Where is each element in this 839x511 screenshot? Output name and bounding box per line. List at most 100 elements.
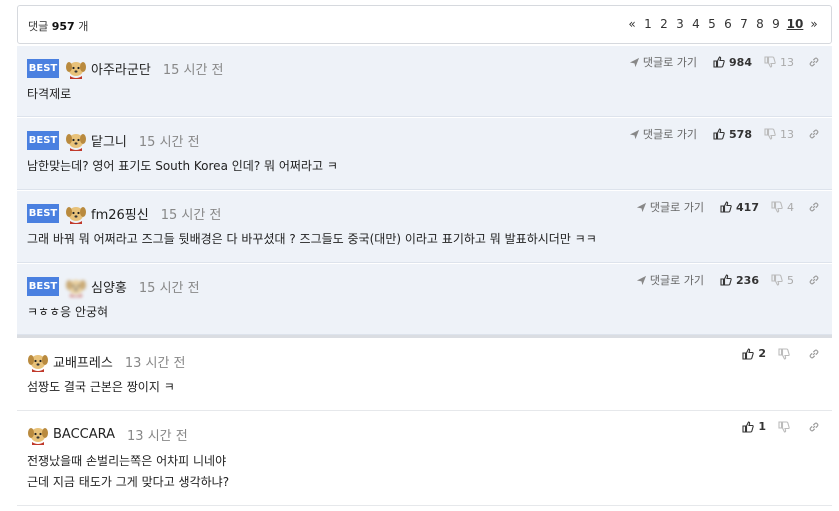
pager-page-2[interactable]: 2 <box>656 17 672 31</box>
dislike-button[interactable]: 13 <box>764 56 794 69</box>
pager-page-1[interactable]: 1 <box>640 17 656 31</box>
link-icon <box>808 56 820 68</box>
thumbs-down-icon <box>778 421 790 433</box>
comment-text: 그래 바꿔 뭐 어쩌라고 즈그들 뒷배경은 다 바꾸셨대 ? 즈그들도 중국(대… <box>27 232 597 246</box>
thumbs-down-icon <box>778 348 790 360</box>
like-count: 578 <box>729 127 752 141</box>
thumbs-up-icon <box>742 421 754 433</box>
comment-text-line: 근데 지금 태도가 그게 맞다고 생각하냐? <box>27 475 230 489</box>
comment-time: 13 시간 전 <box>127 428 188 444</box>
like-button[interactable]: 417 <box>720 201 759 214</box>
copy-link-button[interactable] <box>808 274 820 286</box>
best-badge: BEST <box>27 276 59 296</box>
goto-comment-link[interactable]: 댓글로 가기 <box>629 126 697 142</box>
goto-comment-label: 댓글로 가기 <box>649 201 705 214</box>
copy-link-button[interactable] <box>808 128 820 140</box>
send-arrow-icon <box>636 202 647 213</box>
copy-link-button[interactable] <box>808 201 820 213</box>
thumbs-down-icon <box>771 274 783 286</box>
like-count: 984 <box>729 55 752 69</box>
send-arrow-icon <box>636 275 647 286</box>
pager-page-8[interactable]: 8 <box>752 17 768 31</box>
comment-text: 섬짱도 결국 근본은 짱이지 ㅋ <box>27 380 175 394</box>
pager-next[interactable]: » <box>806 17 822 31</box>
comment-text: ㅋㅎㅎ응 안궁혀 <box>27 305 109 319</box>
like-button[interactable]: 2 <box>742 347 766 360</box>
best-badge: BEST <box>27 58 59 78</box>
goto-comment-link[interactable]: 댓글로 가기 <box>636 199 704 215</box>
dislike-count: 4 <box>787 200 794 214</box>
pagination: « 1 2 3 4 5 6 7 8 9 10 » <box>624 17 822 31</box>
like-button[interactable]: 1 <box>742 420 766 433</box>
like-count: 236 <box>736 273 759 287</box>
dislike-count: 5 <box>787 273 794 287</box>
pager-prev[interactable]: « <box>624 17 640 31</box>
goto-comment-label: 댓글로 가기 <box>649 274 705 287</box>
pager-page-6[interactable]: 6 <box>720 17 736 31</box>
comment-time: 15 시간 전 <box>162 62 224 78</box>
dog-avatar-icon[interactable] <box>27 350 49 372</box>
comment-count-prefix: 댓글 <box>28 20 49 33</box>
pager-page-3[interactable]: 3 <box>672 17 688 31</box>
thumbs-down-icon <box>764 128 776 140</box>
copy-link-button[interactable] <box>808 421 820 433</box>
comment-author[interactable]: 아주라군단 <box>91 59 151 78</box>
dislike-count: 13 <box>780 127 794 141</box>
best-badge: BEST <box>27 203 59 223</box>
comment-author[interactable]: 닽그니 <box>91 131 127 150</box>
link-icon <box>808 421 820 433</box>
dislike-button[interactable]: 5 <box>771 274 794 287</box>
best-comment: BEST fm26핑신 15 시간 전 댓글로 가기 417 4 그래 바꿔 뭐… <box>17 191 832 263</box>
dog-avatar-icon[interactable] <box>65 129 87 151</box>
comment-time: 15 시간 전 <box>138 134 200 150</box>
like-button[interactable]: 984 <box>713 56 752 69</box>
comment-author[interactable]: BACCARA <box>53 427 115 442</box>
dog-avatar-icon[interactable] <box>27 423 49 445</box>
link-icon <box>808 201 820 213</box>
link-icon <box>808 274 820 286</box>
comment-text: 남한맞는데? 영어 표기도 South Korea 인데? 뭐 어쩌라고 ㅋ <box>27 159 338 173</box>
best-comment: BEST 심양홍 15 시간 전 댓글로 가기 236 5 ㅋㅎㅎ응 안궁혀 <box>17 264 832 335</box>
comment-count-value: 957 <box>51 20 75 33</box>
pager-page-5[interactable]: 5 <box>704 17 720 31</box>
pager-page-9[interactable]: 9 <box>768 17 784 31</box>
link-icon <box>808 348 820 360</box>
like-count: 2 <box>758 347 766 360</box>
pager-page-7[interactable]: 7 <box>736 17 752 31</box>
pager-page-4[interactable]: 4 <box>688 17 704 31</box>
comment-text: 타격제로 <box>27 87 72 101</box>
comment-author[interactable]: fm26핑신 <box>91 204 149 223</box>
goto-comment-link[interactable]: 댓글로 가기 <box>636 272 704 288</box>
link-icon <box>808 128 820 140</box>
dog-avatar-icon[interactable] <box>65 275 87 297</box>
like-count: 417 <box>736 200 759 214</box>
send-arrow-icon <box>629 129 640 140</box>
thumbs-up-icon <box>720 274 732 286</box>
dislike-button[interactable]: 4 <box>771 201 794 214</box>
thumbs-down-icon <box>764 56 776 68</box>
comment-time: 15 시간 전 <box>138 280 200 296</box>
comments-header: 댓글 957 개 « 1 2 3 4 5 6 7 8 9 10 » <box>17 5 832 44</box>
like-button[interactable]: 578 <box>713 128 752 141</box>
thumbs-down-icon <box>771 201 783 213</box>
comment-author[interactable]: 교배프레스 <box>53 352 113 371</box>
comment: 교배프레스 13 시간 전 2 섬짱도 결국 근본은 짱이지 ㅋ <box>17 339 832 411</box>
dog-avatar-icon[interactable] <box>65 57 87 79</box>
copy-link-button[interactable] <box>808 348 820 360</box>
best-badge: BEST <box>27 130 59 150</box>
comment-time: 15 시간 전 <box>160 207 222 223</box>
dislike-button[interactable] <box>778 421 794 433</box>
goto-comment-link[interactable]: 댓글로 가기 <box>629 54 697 70</box>
like-button[interactable]: 236 <box>720 274 759 287</box>
thumbs-up-icon <box>713 128 725 140</box>
dog-avatar-icon[interactable] <box>65 202 87 224</box>
pager-page-current[interactable]: 10 <box>784 17 806 31</box>
goto-comment-label: 댓글로 가기 <box>642 56 698 69</box>
send-arrow-icon <box>629 57 640 68</box>
dislike-button[interactable] <box>778 348 794 360</box>
comment-count: 댓글 957 개 <box>28 18 88 34</box>
copy-link-button[interactable] <box>808 56 820 68</box>
comment-text-line: 전쟁났을때 손벌리는쪽은 어차피 니네야 <box>27 454 227 468</box>
comment-author[interactable]: 심양홍 <box>91 277 127 296</box>
dislike-button[interactable]: 13 <box>764 128 794 141</box>
